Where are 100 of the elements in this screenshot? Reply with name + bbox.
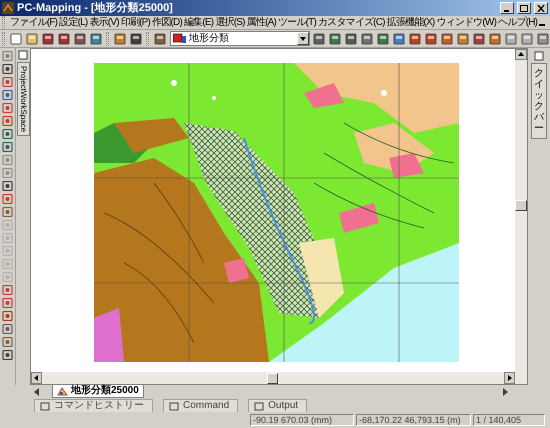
toolbar-button[interactable] [112, 31, 127, 46]
menu-item[interactable]: ヘルプ(H) [497, 18, 538, 28]
toolbar-button[interactable] [407, 31, 422, 46]
toolbar-button[interactable] [423, 31, 438, 46]
tool-icon [2, 350, 13, 360]
dropdown-arrow-button[interactable] [297, 32, 309, 45]
layer-select[interactable]: 地形分類 [170, 31, 310, 46]
tool-icon [456, 32, 468, 44]
toolbar-button[interactable] [487, 31, 502, 46]
scroll-thumb[interactable] [267, 372, 278, 384]
tool-icon [392, 32, 404, 44]
tool-icon [2, 180, 13, 190]
menu-item[interactable]: ファイル(F) [9, 18, 58, 28]
tool-button[interactable] [1, 63, 14, 74]
tool-button[interactable] [1, 89, 14, 100]
tool-icon [2, 168, 13, 178]
tool-icon [328, 32, 340, 44]
workspace-tab[interactable]: ProjectWorkSpace [16, 62, 30, 136]
close-button[interactable] [534, 2, 548, 14]
toolbar-button[interactable] [391, 31, 406, 46]
layer-icon [57, 386, 68, 396]
menu-item[interactable]: 属性(A) [246, 18, 278, 28]
toolbar-button[interactable] [375, 31, 390, 46]
scroll-right-icon[interactable] [504, 372, 515, 384]
tool-button[interactable] [1, 102, 14, 113]
tool-icon [2, 128, 13, 138]
toolbar-button[interactable] [343, 31, 358, 46]
tool-button[interactable] [1, 76, 14, 87]
toolbar-button[interactable] [24, 31, 39, 46]
tool-icon [440, 32, 452, 44]
tool-button[interactable] [1, 180, 14, 191]
tool-button[interactable] [1, 206, 14, 217]
menu-item[interactable]: ツール(T) [277, 18, 317, 28]
tool-icon [2, 246, 13, 256]
toolbar-button[interactable] [8, 31, 23, 46]
document-tab[interactable]: 地形分類25000 [52, 385, 144, 398]
tool-button[interactable] [1, 310, 14, 321]
menu-item[interactable]: 作図(D) [151, 18, 183, 28]
tool-button[interactable] [1, 284, 14, 295]
menu-item[interactable]: カスタマイズ(C) [316, 18, 386, 28]
toolbar-button[interactable] [40, 31, 55, 46]
maximize-button[interactable] [517, 2, 531, 14]
toolbar-button[interactable] [72, 31, 87, 46]
minimize-button[interactable] [500, 2, 514, 14]
toolbar-button[interactable] [56, 31, 71, 46]
toolbar-button[interactable] [503, 31, 518, 46]
toolbar-button[interactable] [88, 31, 103, 46]
toolbar-button[interactable] [327, 31, 342, 46]
tool-icon [2, 102, 13, 112]
tool-icon [2, 206, 13, 216]
tool-icon [504, 32, 516, 44]
menu-item[interactable]: ウィンドウ(W) [435, 18, 498, 28]
panel-pin-icon[interactable] [534, 51, 544, 61]
tab-icon [254, 402, 264, 410]
menu-item[interactable]: 表示(V) [88, 18, 120, 28]
maximize-icon [520, 4, 528, 12]
status-field: 1 / 140,405 [473, 414, 545, 426]
tool-button[interactable] [1, 323, 14, 334]
quickbar-tab[interactable]: クイックバー [531, 63, 547, 139]
menu-item[interactable]: 印刷(P) [120, 18, 152, 28]
menu-item[interactable]: 編集(E) [182, 18, 214, 28]
tool-button[interactable] [1, 193, 14, 204]
panel-tab[interactable]: Command [163, 399, 238, 412]
toolbar-button[interactable] [519, 31, 534, 46]
toolbar-button[interactable] [128, 31, 143, 46]
tab-icon [40, 402, 50, 410]
tab-scroll-right-icon[interactable] [502, 388, 508, 396]
tool-button[interactable] [1, 115, 14, 126]
tool-icon [344, 32, 356, 44]
tool-button[interactable] [1, 128, 14, 139]
scroll-left-icon[interactable] [31, 372, 42, 384]
window-title: PC-Mapping - [地形分類25000] [17, 2, 174, 14]
tool-button[interactable] [1, 141, 14, 152]
scroll-thumb[interactable] [515, 200, 527, 211]
tool-icon [154, 32, 166, 44]
tool-button[interactable] [1, 349, 14, 360]
toolbar-button[interactable] [471, 31, 486, 46]
tool-icon [58, 32, 70, 44]
toolbar-button[interactable] [535, 31, 550, 46]
tool-icon [424, 32, 436, 44]
toolbar-button[interactable] [439, 31, 454, 46]
tool-icon [2, 76, 13, 86]
tool-button[interactable] [1, 336, 14, 347]
panel-pin-icon[interactable] [18, 50, 28, 60]
panel-tab[interactable]: コマンドヒストリー [34, 399, 153, 412]
menu-item[interactable]: 選択(S) [214, 18, 246, 28]
toolbar-button[interactable] [311, 31, 326, 46]
menu-item[interactable]: 設定(L) [58, 18, 88, 28]
tab-scroll-left-icon[interactable] [34, 388, 40, 396]
caret-icon [300, 36, 306, 40]
toolbar-button[interactable] [455, 31, 470, 46]
panel-tab[interactable]: Output [248, 399, 308, 412]
toolbar-button[interactable] [152, 31, 167, 46]
toolbar-button[interactable] [359, 31, 374, 46]
menu-item[interactable]: 拡張機能(X) [386, 18, 436, 28]
layer-icon [173, 33, 187, 44]
tool-icon [2, 284, 13, 294]
tool-icon [74, 32, 86, 44]
tool-button[interactable] [1, 297, 14, 308]
scroll-up-icon[interactable] [515, 49, 527, 60]
